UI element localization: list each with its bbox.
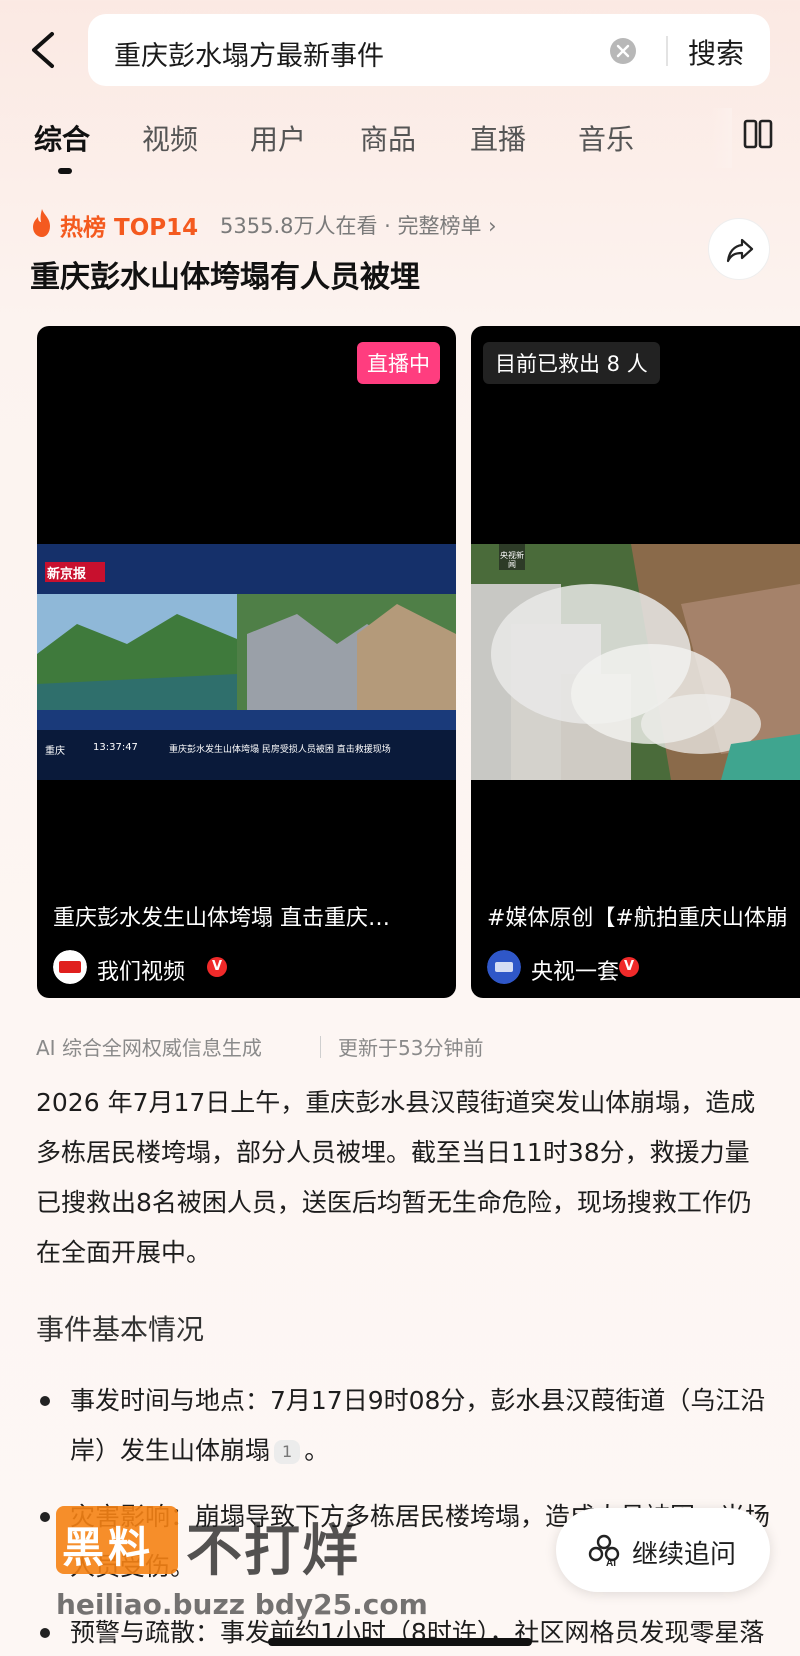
back-arrow-icon[interactable] — [26, 28, 60, 72]
bullet-dot — [40, 1396, 50, 1406]
video-time-label: 13:37:47 — [93, 742, 138, 753]
ai-updated-label: 更新于53分钟前 — [338, 1036, 484, 1060]
ai-summary-text: 2026 年7月17日上午，重庆彭水县汉葭街道突发山体崩塌，造成多栋居民楼垮塌，… — [36, 1088, 756, 1267]
live-badge: 直播中 — [357, 342, 440, 384]
author-name: 央视一套 — [531, 960, 620, 985]
video-card-2[interactable]: 目前已救出 8 人 央视新闻 #媒体原创【#航拍重庆山体崩 央视一套 V — [471, 326, 800, 998]
home-indicator — [268, 1638, 532, 1646]
video-thumbnail-2: 央视新闻 — [471, 544, 800, 780]
clear-icon[interactable] — [610, 38, 636, 64]
rescued-count-badge: 目前已救出 8 人 — [483, 342, 660, 384]
author-avatar — [487, 950, 521, 984]
list-item-tail: 。 — [304, 1436, 330, 1465]
tab-all[interactable]: 综合 — [34, 118, 90, 158]
author-avatar — [53, 950, 87, 984]
category-tabs: 综合 视频 用户 商品 直播 音乐 — [0, 108, 800, 178]
flame-icon — [33, 209, 50, 237]
follow-up-button[interactable]: AI 继续追问 — [556, 1508, 770, 1592]
list-item: 预警与疏散：事发前约1小时（8时许），社区网格员发现零星落石并紧急预警，属地迅速… — [36, 1608, 772, 1656]
video-brand-label: 新京报 — [47, 567, 87, 582]
search-divider — [666, 36, 668, 66]
follow-up-label: 继续追问 — [632, 1540, 737, 1570]
tab-video[interactable]: 视频 — [142, 118, 198, 158]
hot-list-row[interactable]: 热榜 TOP14 5355.8万人在看 · 完整榜单 › — [30, 206, 670, 242]
video-ticker-label: 重庆彭水发生山体垮塌 民房受损人员被困 直击救援现场 — [169, 745, 391, 755]
search-query-text: 重庆彭水塌方最新事件 — [114, 41, 384, 72]
hot-rank-label: 热榜 TOP14 — [60, 215, 199, 241]
active-tab-indicator — [58, 168, 72, 174]
verified-icon: V — [207, 957, 227, 977]
tab-live[interactable]: 直播 — [470, 118, 526, 158]
event-headline[interactable]: 重庆彭水山体垮塌有人员被埋 — [30, 252, 420, 296]
video-title: 重庆彭水发生山体垮塌 直击重庆… — [53, 906, 390, 931]
top-bar: 重庆彭水塌方最新事件 搜索 — [0, 0, 800, 100]
video-author[interactable]: 我们视频 V — [53, 950, 456, 985]
svg-text:AI: AI — [606, 1558, 616, 1568]
share-arrow-icon — [726, 238, 754, 263]
search-button[interactable]: 搜索 — [688, 32, 744, 72]
bullet-dot — [40, 1512, 50, 1522]
search-input[interactable]: 重庆彭水塌方最新事件 搜索 — [88, 14, 770, 86]
video-thumbnail-1: 新京报 重庆 13:37:47 重庆彭水发生山体垮塌 民房受损人员被困 直击救援… — [37, 544, 456, 780]
verified-icon: V — [619, 957, 639, 977]
tabs-fade — [712, 108, 732, 168]
more-tabs-icon[interactable] — [742, 118, 774, 150]
list-item-text: 预警与疏散：事发前约1小时（8时许），社区网格员发现零星落石并紧急预警，属地迅速… — [70, 1618, 765, 1647]
share-button[interactable] — [708, 218, 770, 280]
tab-music[interactable]: 音乐 — [578, 118, 634, 158]
ai-sparkle-icon: AI — [588, 1534, 620, 1568]
video-author[interactable]: 央视一套 V — [487, 950, 800, 985]
tab-user[interactable]: 用户 — [250, 118, 306, 158]
video-title: #媒体原创【#航拍重庆山体崩 — [487, 906, 788, 931]
citation-ref[interactable]: 1 — [274, 1440, 301, 1464]
hot-viewers-meta[interactable]: 5355.8万人在看 · 完整榜单 › — [220, 210, 497, 240]
tab-goods[interactable]: 商品 — [360, 118, 416, 158]
video-location-label: 重庆 — [45, 746, 65, 757]
bullet-dot — [40, 1628, 50, 1638]
list-item: 事发时间与地点：7月17日9时08分，彭水县汉葭街道（乌江沿岸）发生山体崩塌 1。 — [36, 1376, 772, 1476]
author-name: 我们视频 — [97, 960, 186, 985]
video-brand-label: 央视新闻 — [500, 551, 524, 569]
section-title: 事件基本情况 — [36, 1313, 205, 1346]
ai-meta-divider — [320, 1036, 321, 1058]
list-item-text: 事发时间与地点：7月17日9时08分，彭水县汉葭街道（乌江沿岸）发生山体崩塌 — [70, 1386, 766, 1465]
ai-source-label: AI 综合全网权威信息生成 — [36, 1036, 262, 1060]
video-card-1[interactable]: 直播中 新京报 重庆 13:37:47 重庆彭水发生山体垮塌 民房受损人员被困 … — [37, 326, 456, 998]
